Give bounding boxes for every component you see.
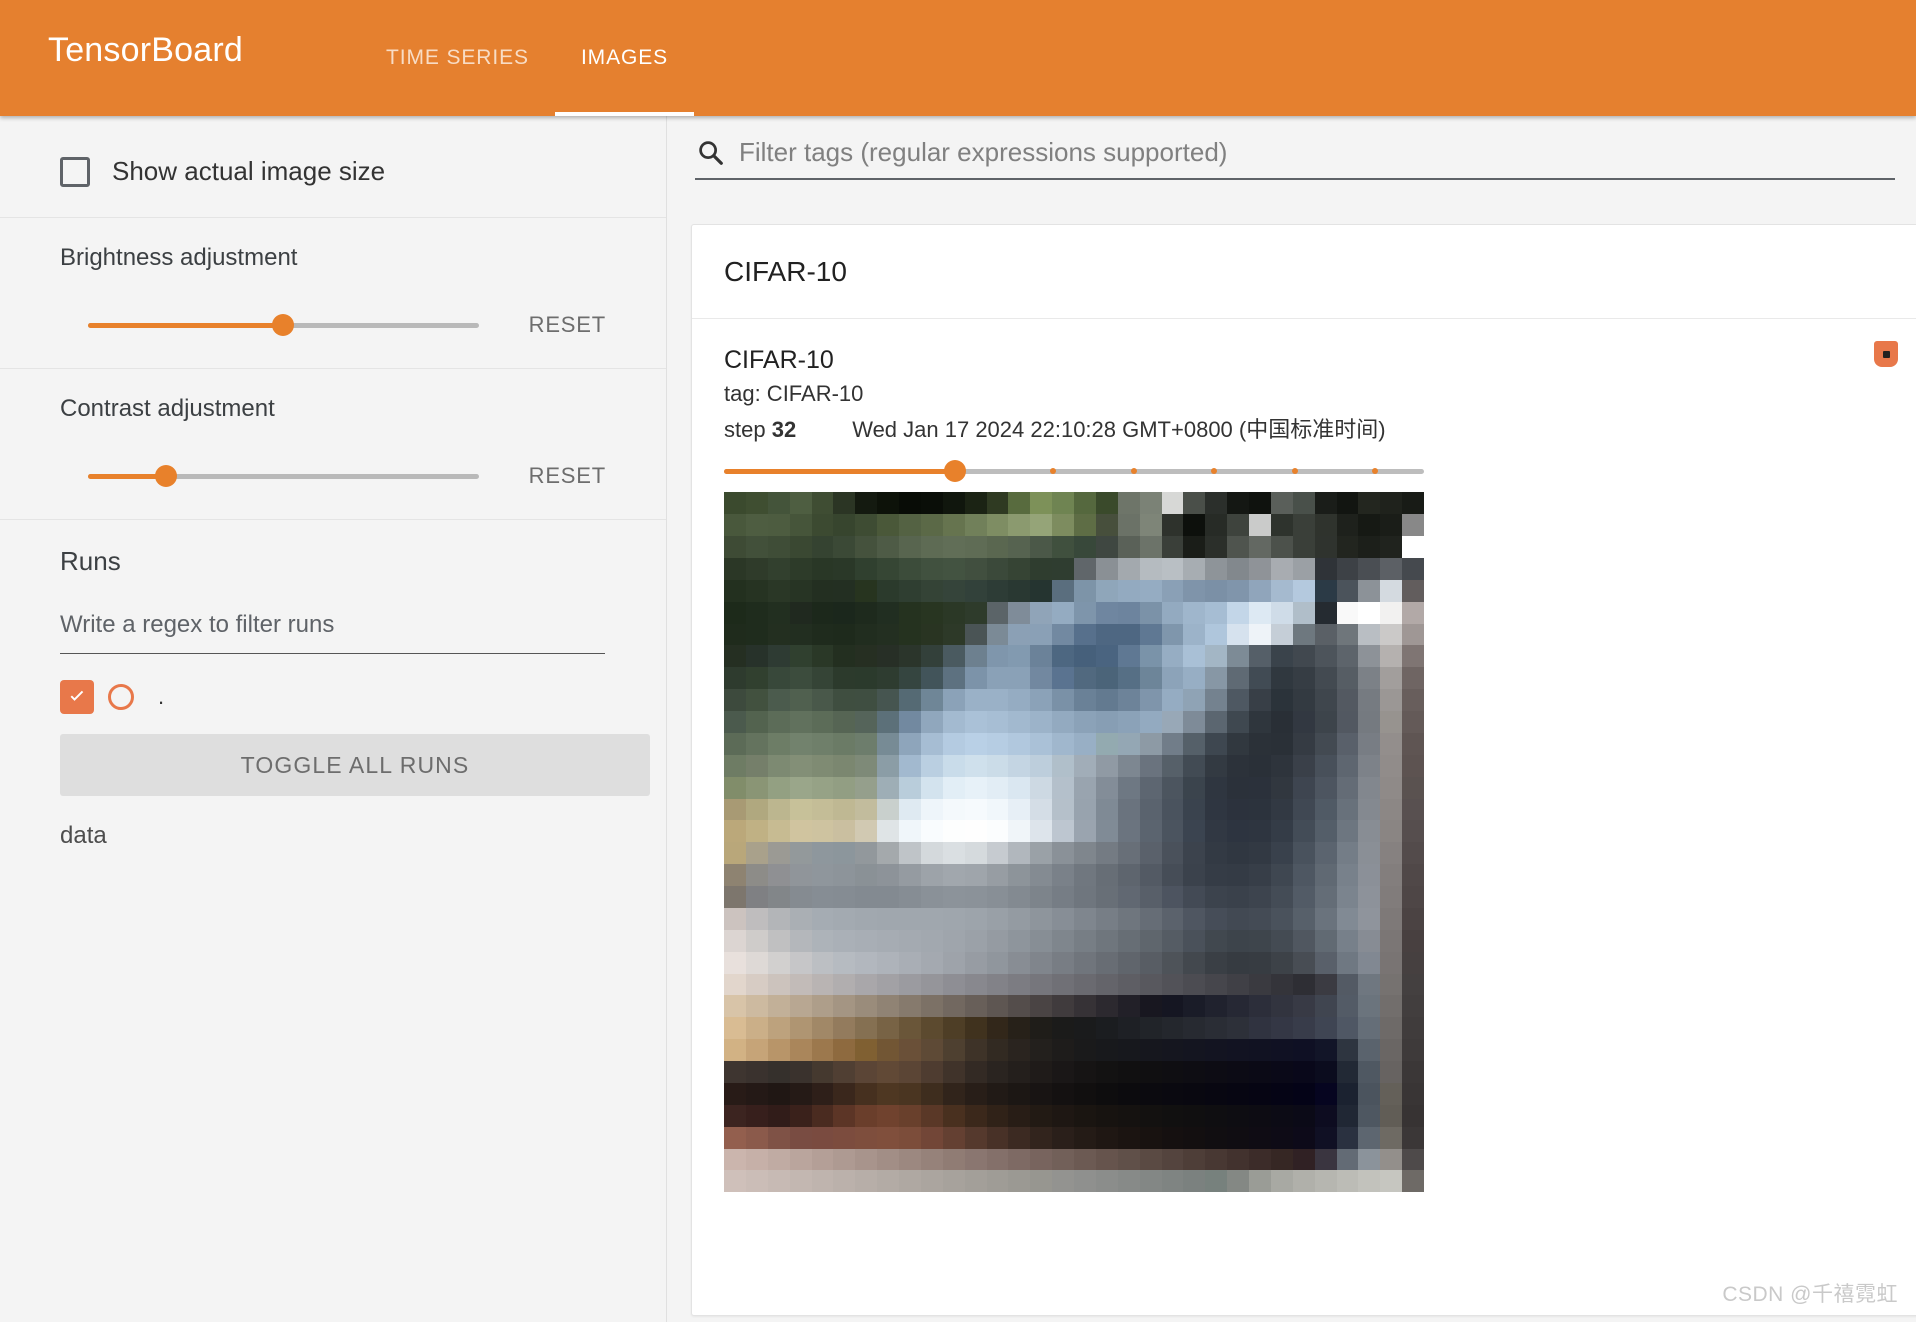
brightness-slider-thumb[interactable] (272, 314, 295, 336)
step-slider[interactable] (724, 460, 1424, 483)
image-step: step 32 (724, 417, 796, 443)
settings-sidebar: Show actual image size Brightness adjust… (0, 116, 667, 1322)
contrast-row: RESET (60, 463, 606, 489)
brightness-slider[interactable] (88, 314, 479, 336)
step-slider-tick (1050, 468, 1056, 475)
watermark: CSDN @千禧霓虹 (1722, 1283, 1898, 1306)
tag-filter-input[interactable] (739, 136, 1895, 168)
image-step-value: 32 (771, 417, 797, 443)
runs-title: Runs (60, 546, 121, 576)
runs-section: Runs . TOGGLE ALL RUNS data (0, 520, 666, 880)
tab-images[interactable]: IMAGES (554, 0, 695, 116)
pin-dot-icon (1882, 350, 1890, 358)
tab-time-series-label: TIME SERIES (386, 46, 529, 69)
show-actual-image-size-row[interactable]: Show actual image size (60, 142, 606, 187)
main-content: CIFAR-10 CIFAR-10 tag: CIFAR-10 step 32 (667, 116, 1916, 1322)
tab-images-label: IMAGES (580, 46, 669, 69)
step-slider-tick (1291, 468, 1298, 475)
image-step-label: step (724, 417, 766, 443)
brightness-row: RESET (60, 312, 606, 338)
image-step-row: step 32 Wed Jan 17 2024 22:10:28 GMT+080… (724, 412, 1898, 444)
step-slider-tick (1372, 468, 1378, 475)
tab-time-series[interactable]: TIME SERIES (360, 0, 555, 116)
card-group-title: CIFAR-10 (692, 225, 1916, 319)
tag-filter-field[interactable] (695, 136, 1895, 180)
show-actual-image-size-label: Show actual image size (112, 156, 386, 186)
step-slider-tick (1130, 468, 1137, 475)
contrast-slider[interactable] (88, 465, 479, 487)
contrast-label: Contrast adjustment (60, 395, 275, 422)
step-slider-tick (1211, 468, 1217, 475)
toggle-all-runs-button[interactable]: TOGGLE ALL RUNS (60, 734, 650, 796)
search-icon (699, 141, 723, 165)
cifar-image-thumbnail[interactable] (724, 492, 1424, 1193)
run-label: . (158, 684, 165, 709)
image-tag: tag: CIFAR-10 (724, 381, 864, 407)
tag-filter-bar (667, 116, 1916, 200)
tab-bar: TIME SERIES IMAGES (360, 0, 695, 116)
brightness-section: Brightness adjustment RESET (0, 218, 666, 369)
app-brand: TensorBoard (48, 31, 243, 69)
runs-filter-input[interactable] (60, 611, 605, 654)
image-card: CIFAR-10 CIFAR-10 tag: CIFAR-10 step 32 (691, 224, 1916, 1316)
image-title: CIFAR-10 (724, 346, 834, 374)
image-timestamp: Wed Jan 17 2024 22:10:28 GMT+0800 (中国标准时… (852, 417, 1386, 443)
contrast-section: Contrast adjustment RESET (0, 369, 666, 520)
card-body: CIFAR-10 tag: CIFAR-10 step 32 Wed Jan 1… (692, 319, 1916, 1193)
show-actual-image-size-checkbox[interactable] (60, 156, 90, 187)
cards-area: CIFAR-10 CIFAR-10 tag: CIFAR-10 step 32 (667, 200, 1916, 1322)
contrast-reset-button[interactable]: RESET (529, 463, 606, 489)
run-color-circle-icon (108, 684, 134, 710)
step-slider-thumb[interactable] (944, 460, 966, 483)
app-body: Show actual image size Brightness adjust… (0, 116, 1916, 1322)
app-header: TensorBoard TIME SERIES IMAGES (0, 0, 1916, 116)
run-checkbox[interactable] (60, 680, 94, 714)
runs-data-label: data (60, 822, 107, 849)
tensorboard-app: TensorBoard TIME SERIES IMAGES Show actu… (0, 0, 1916, 1322)
pin-icon[interactable] (1874, 341, 1898, 367)
actual-size-section: Show actual image size (0, 116, 666, 218)
brightness-label: Brightness adjustment (60, 244, 298, 271)
step-slider-fill (724, 469, 955, 475)
brightness-reset-button[interactable]: RESET (529, 312, 606, 338)
contrast-slider-thumb[interactable] (155, 465, 178, 487)
brightness-slider-fill (88, 323, 284, 328)
run-item[interactable]: . (60, 680, 606, 714)
